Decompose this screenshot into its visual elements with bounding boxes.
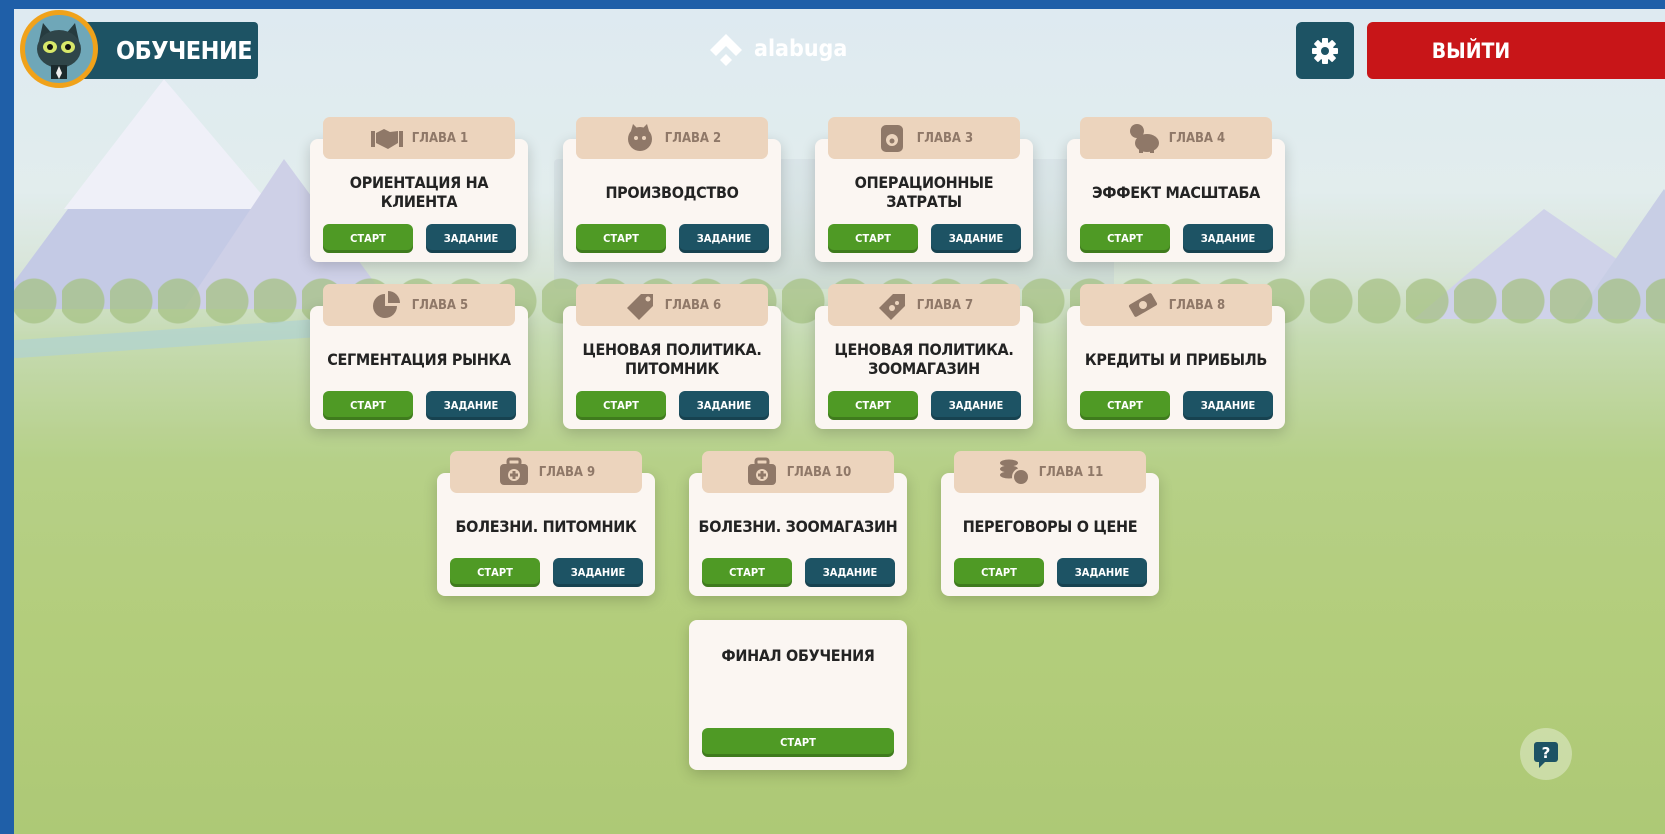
chapter-label: ГЛАВА 11 <box>1038 464 1104 480</box>
chapter-title: ПРОИЗВОДСТВО <box>605 182 739 202</box>
money-icon <box>1128 293 1157 317</box>
start-button[interactable]: СТАРТ <box>576 224 666 253</box>
chapter-title: ОПЕРАЦИОННЫЕ ЗАТРАТЫ <box>854 173 994 211</box>
chapter-tab: ГЛАВА 5 <box>323 284 515 326</box>
piggy-bank-icon <box>1129 124 1159 153</box>
coins-icon <box>999 459 1030 486</box>
task-button[interactable]: ЗАДАНИЕ <box>426 224 516 253</box>
start-button[interactable]: СТАРТ <box>323 224 413 253</box>
start-button[interactable]: СТАРТ <box>1080 391 1170 420</box>
chapter-tab: ГЛАВА 2 <box>576 117 768 159</box>
task-button[interactable]: ЗАДАНИЕ <box>1183 224 1273 253</box>
chapter-card-6: ГЛАВА 6 ЦЕНОВАЯ ПОЛИТИКА. ПИТОМНИК СТАРТ… <box>563 284 781 429</box>
chapter-label: ГЛАВА 7 <box>916 297 974 313</box>
chapter-title: ЦЕНОВАЯ ПОЛИТИКА. ПИТОМНИК <box>582 340 762 378</box>
start-button[interactable]: СТАРТ <box>450 558 540 587</box>
task-button[interactable]: ЗАДАНИЕ <box>679 391 769 420</box>
gear-icon <box>1312 37 1338 64</box>
chapter-card-8: ГЛАВА 8 КРЕДИТЫ И ПРИБЫЛЬ СТАРТ ЗАДАНИЕ <box>1067 284 1285 429</box>
chapter-tab: ГЛАВА 11 <box>954 451 1146 493</box>
pet-food-icon <box>880 125 903 152</box>
chapter-title: БОЛЕЗНИ. ПИТОМНИК <box>455 516 637 536</box>
chapter-card-5: ГЛАВА 5 СЕГМЕНТАЦИЯ РЫНКА СТАРТ ЗАДАНИЕ <box>310 284 528 429</box>
chapter-tab: ГЛАВА 4 <box>1080 117 1272 159</box>
svg-text:?: ? <box>1542 744 1551 762</box>
chapter-tab: ГЛАВА 9 <box>450 451 642 493</box>
chapter-label: ГЛАВА 2 <box>664 130 722 146</box>
pie-chart-icon <box>372 291 400 318</box>
chapter-label: ГЛАВА 6 <box>664 297 722 313</box>
help-icon: ? <box>1534 742 1558 768</box>
chapter-tab: ГЛАВА 6 <box>576 284 768 326</box>
chapter-card-9: ГЛАВА 9 БОЛЕЗНИ. ПИТОМНИК СТАРТ ЗАДАНИЕ <box>437 451 655 596</box>
paw-tag-icon <box>878 294 905 320</box>
avatar[interactable] <box>20 10 98 88</box>
chapter-title: ЦЕНОВАЯ ПОЛИТИКА. ЗООМАГАЗИН <box>834 340 1014 378</box>
task-button[interactable]: ЗАДАНИЕ <box>1183 391 1273 420</box>
alabuga-logo: alabuga <box>708 32 847 66</box>
chapter-card-3: ГЛАВА 3 ОПЕРАЦИОННЫЕ ЗАТРАТЫ СТАРТ ЗАДАН… <box>815 117 1033 262</box>
medkit-icon <box>499 457 528 485</box>
final-card: ФИНАЛ ОБУЧЕНИЯ СТАРТ <box>689 620 907 770</box>
help-button[interactable]: ? <box>1520 728 1572 780</box>
task-button[interactable]: ЗАДАНИЕ <box>1057 558 1147 587</box>
chapter-tab: ГЛАВА 1 <box>323 117 515 159</box>
start-button[interactable]: СТАРТ <box>828 391 918 420</box>
start-button[interactable]: СТАРТ <box>954 558 1044 587</box>
settings-button[interactable] <box>1296 22 1354 79</box>
chapter-label: ГЛАВА 8 <box>1168 297 1226 313</box>
task-button[interactable]: ЗАДАНИЕ <box>931 391 1021 420</box>
start-button[interactable]: СТАРТ <box>576 391 666 420</box>
chapter-tab: ГЛАВА 7 <box>828 284 1020 326</box>
logo-text: alabuga <box>754 36 848 62</box>
final-start-button[interactable]: СТАРТ <box>702 728 894 757</box>
page-title: ОБУЧЕНИЕ <box>70 22 258 79</box>
task-button[interactable]: ЗАДАНИЕ <box>553 558 643 587</box>
chapter-label: ГЛАВА 4 <box>1168 130 1226 146</box>
final-title: ФИНАЛ ОБУЧЕНИЯ <box>721 645 875 665</box>
chapter-label: ГЛАВА 3 <box>916 130 974 146</box>
start-button[interactable]: СТАРТ <box>702 558 792 587</box>
chapter-title: ОРИЕНТАЦИЯ НА КЛИЕНТА <box>349 173 489 211</box>
alabuga-logo-icon <box>710 34 742 66</box>
cat-avatar-icon <box>37 23 81 79</box>
chapter-title: БОЛЕЗНИ. ЗООМАГАЗИН <box>698 516 898 536</box>
chapter-label: ГЛАВА 10 <box>786 464 852 480</box>
start-button[interactable]: СТАРТ <box>828 224 918 253</box>
chapter-title: КРЕДИТЫ И ПРИБЫЛЬ <box>1084 349 1268 369</box>
chapter-card-11: ГЛАВА 11 ПЕРЕГОВОРЫ О ЦЕНЕ СТАРТ ЗАДАНИЕ <box>941 451 1159 596</box>
chapter-label: ГЛАВА 1 <box>411 130 469 146</box>
chapter-card-4: ГЛАВА 4 ЭФФЕКТ МАСШТАБА СТАРТ ЗАДАНИЕ <box>1067 117 1285 262</box>
chapter-title: СЕГМЕНТАЦИЯ РЫНКА <box>327 349 511 369</box>
chapter-card-2: ГЛАВА 2 ПРОИЗВОДСТВО СТАРТ ЗАДАНИЕ <box>563 117 781 262</box>
task-button[interactable]: ЗАДАНИЕ <box>679 224 769 253</box>
chapter-title: ПЕРЕГОВОРЫ О ЦЕНЕ <box>962 516 1138 536</box>
chapter-label: ГЛАВА 9 <box>538 464 596 480</box>
chapter-card-7: ГЛАВА 7 ЦЕНОВАЯ ПОЛИТИКА. ЗООМАГАЗИН СТА… <box>815 284 1033 429</box>
chapter-tab: ГЛАВА 3 <box>828 117 1020 159</box>
cat-gear-icon <box>627 124 652 151</box>
task-button[interactable]: ЗАДАНИЕ <box>805 558 895 587</box>
task-button[interactable]: ЗАДАНИЕ <box>426 391 516 420</box>
medkit-icon <box>747 457 776 485</box>
start-button[interactable]: СТАРТ <box>323 391 413 420</box>
price-tag-icon <box>626 294 653 320</box>
start-button[interactable]: СТАРТ <box>1080 224 1170 253</box>
task-button[interactable]: ЗАДАНИЕ <box>931 224 1021 253</box>
chapter-title: ЭФФЕКТ МАСШТАБА <box>1092 182 1260 202</box>
chapter-tab: ГЛАВА 10 <box>702 451 894 493</box>
exit-button[interactable]: ВЫЙТИ <box>1367 22 1665 79</box>
handshake-icon <box>370 129 403 149</box>
chapter-card-1: ГЛАВА 1 ОРИЕНТАЦИЯ НА КЛИЕНТА СТАРТ ЗАДА… <box>310 117 528 262</box>
chapter-card-10: ГЛАВА 10 БОЛЕЗНИ. ЗООМАГАЗИН СТАРТ ЗАДАН… <box>689 451 907 596</box>
chapter-tab: ГЛАВА 8 <box>1080 284 1272 326</box>
chapter-label: ГЛАВА 5 <box>411 297 469 313</box>
